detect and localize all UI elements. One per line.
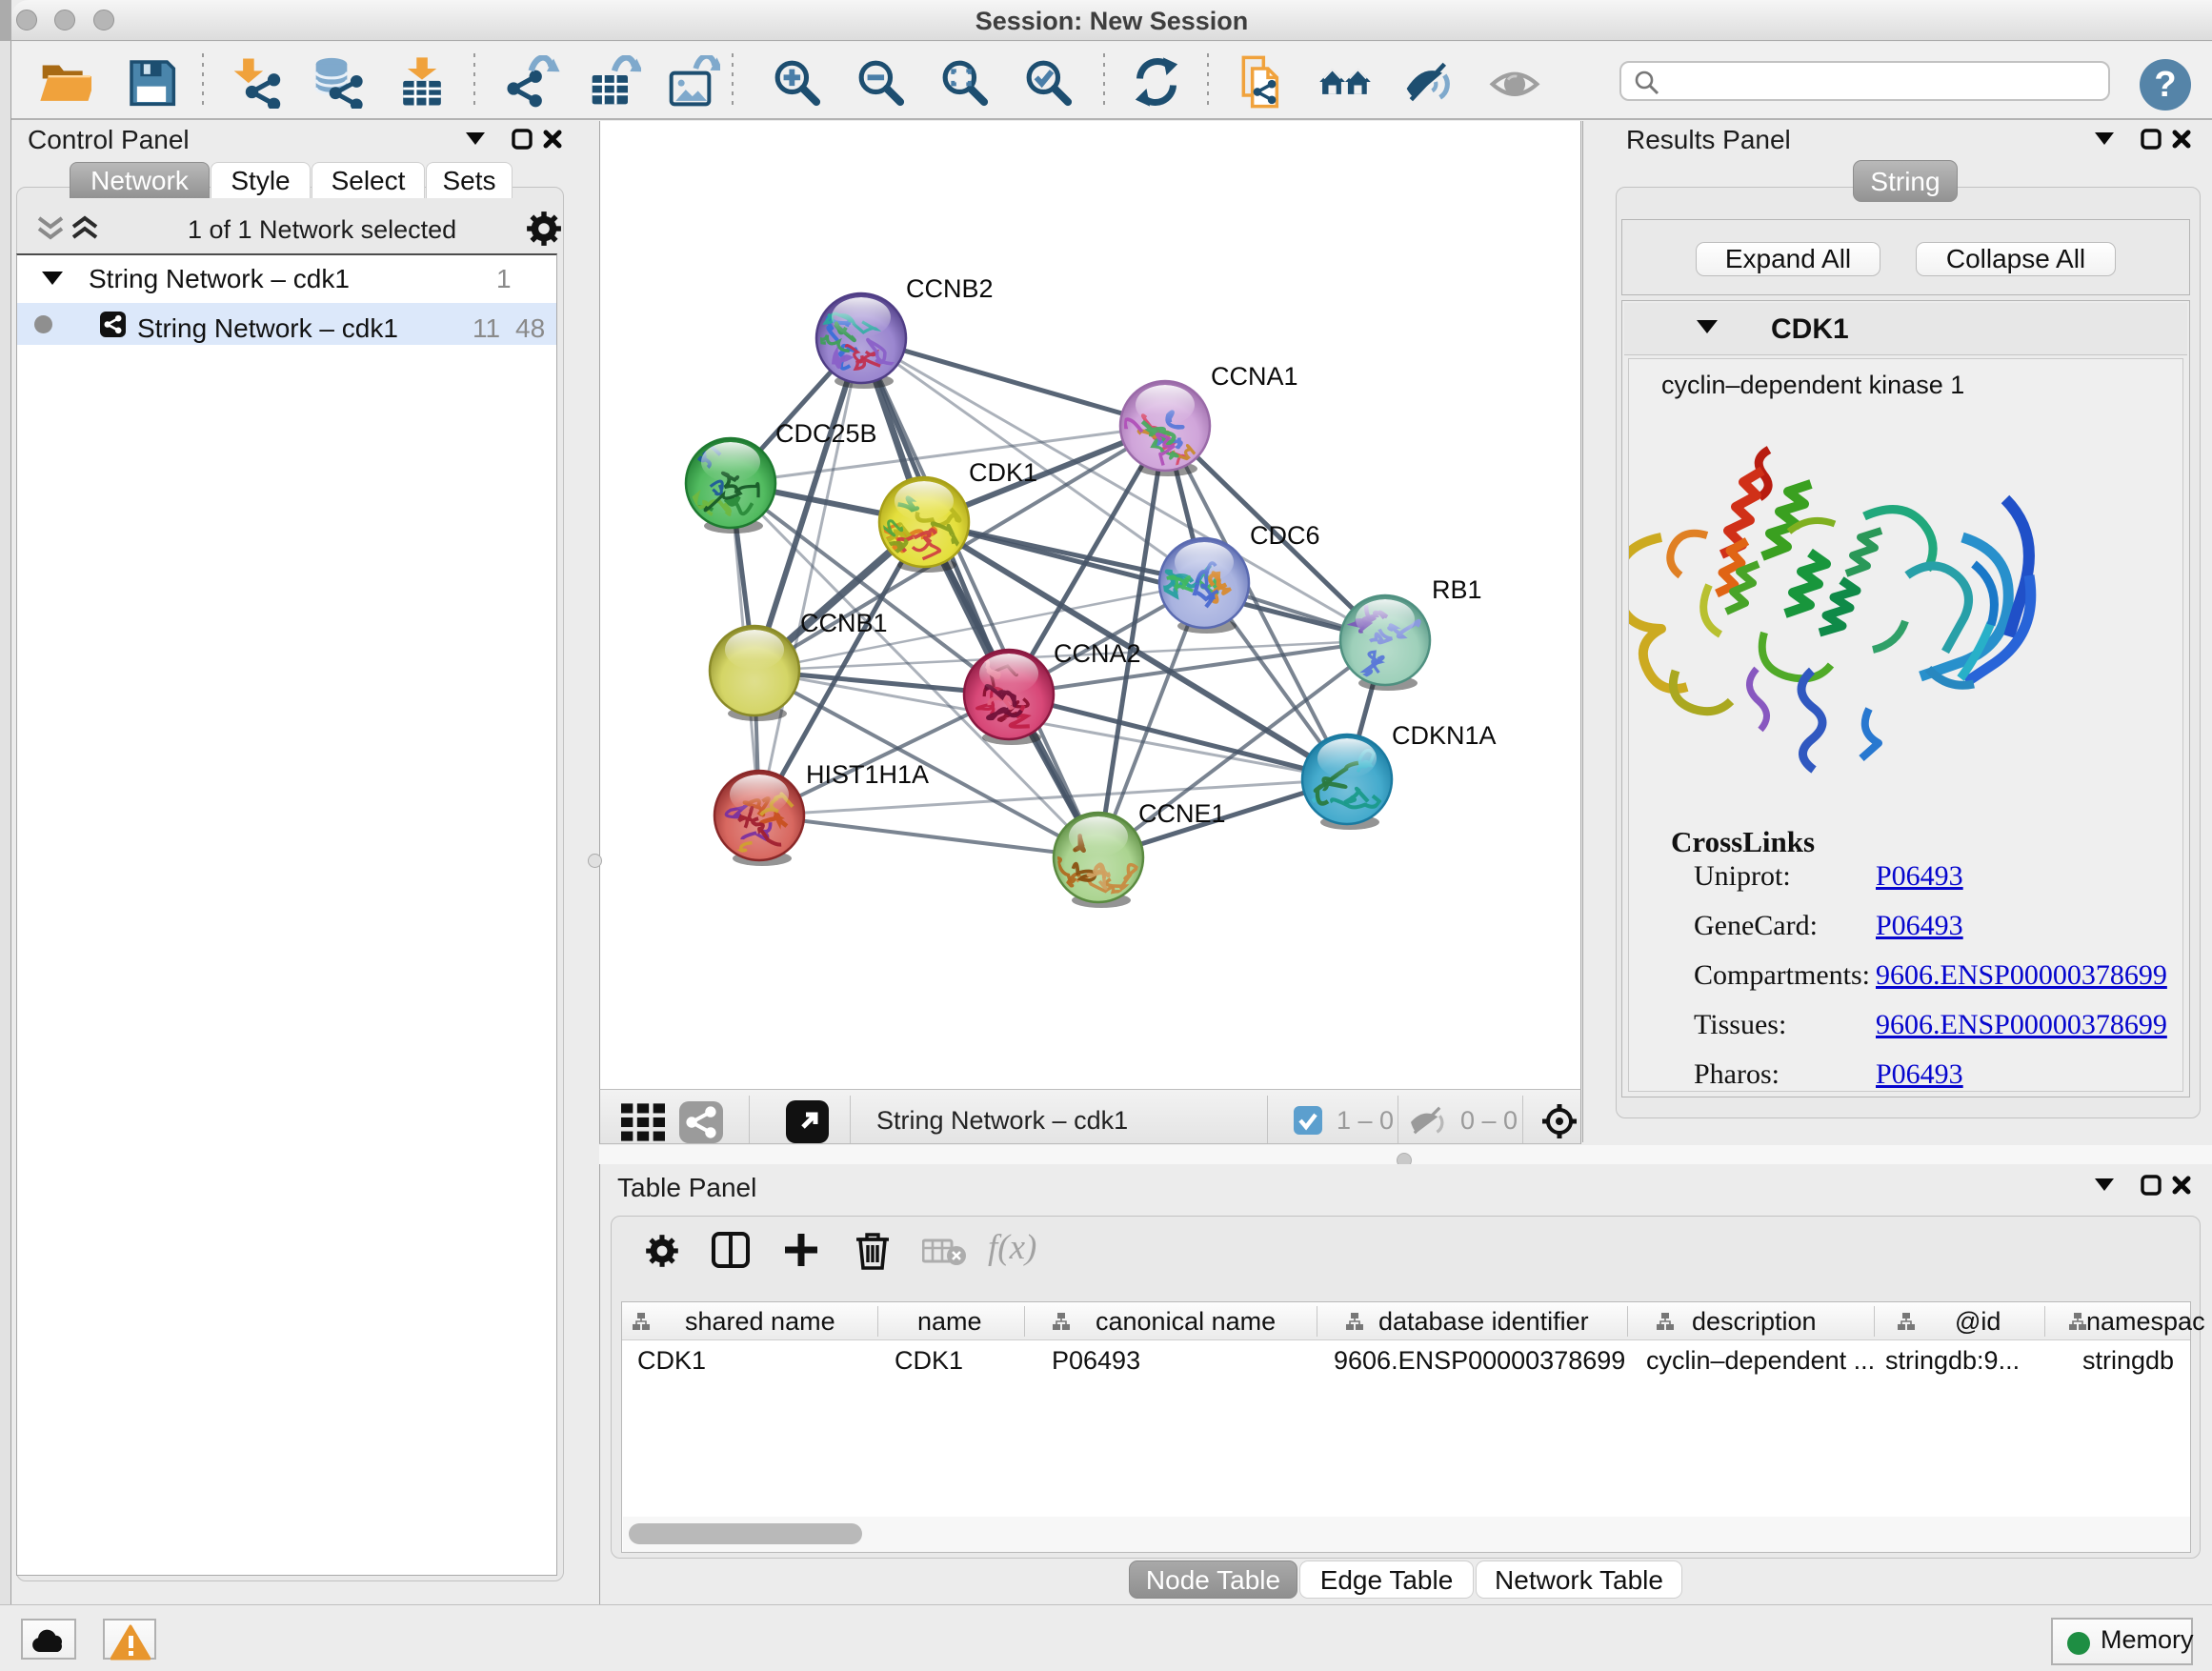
svg-text:CCNE1: CCNE1 (1138, 799, 1226, 828)
svg-text:CCNA2: CCNA2 (1054, 639, 1141, 668)
svg-text:?: ? (2154, 65, 2176, 105)
svg-text:CCNA1: CCNA1 (1211, 362, 1298, 391)
svg-text:CDK1: CDK1 (969, 458, 1037, 487)
svg-text:CDKN1A: CDKN1A (1392, 721, 1497, 750)
svg-text:RB1: RB1 (1432, 575, 1482, 604)
svg-text:CDC25B: CDC25B (775, 419, 877, 448)
svg-text:HIST1H1A: HIST1H1A (806, 760, 929, 789)
svg-text:CCNB1: CCNB1 (800, 609, 888, 637)
svg-text:CCNB2: CCNB2 (906, 274, 994, 303)
svg-text:CDC6: CDC6 (1250, 521, 1320, 550)
